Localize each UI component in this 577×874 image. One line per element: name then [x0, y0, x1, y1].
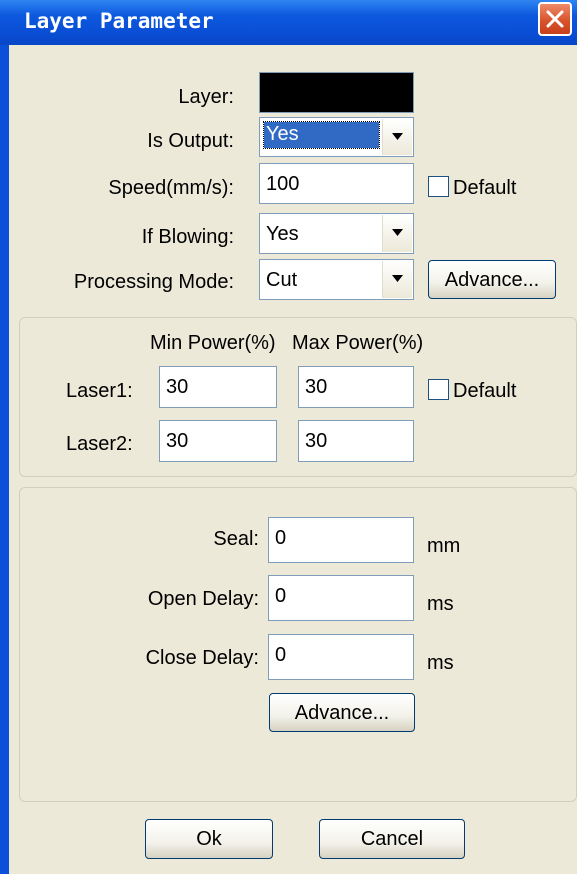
close-button[interactable]	[538, 2, 572, 36]
layer-label: Layer:	[178, 86, 234, 108]
cancel-label: Cancel	[360, 828, 424, 850]
close-icon	[546, 10, 564, 28]
power-default-checkbox[interactable]	[428, 379, 449, 400]
open-delay-input[interactable]: 0	[268, 575, 414, 621]
timing-advance-button[interactable]: Advance...	[269, 693, 415, 732]
open-delay-label: Open Delay:	[147, 588, 259, 610]
blowing-value: Yes	[266, 223, 299, 245]
processing-mode-value: Cut	[266, 269, 298, 291]
seal-unit: mm	[427, 535, 461, 557]
laser1-max-power-input[interactable]: 30	[298, 366, 414, 408]
title-bar[interactable]: Layer Parameter	[0, 0, 577, 45]
processing-advance-label: Advance...	[444, 269, 540, 291]
open-delay-unit: ms	[427, 593, 454, 615]
speed-input[interactable]: 100	[259, 163, 414, 204]
dialog-client-area: Layer: Is Output: Yes Speed(mm/s): 100 D…	[9, 45, 577, 874]
processing-mode-label: Processing Mode:	[73, 271, 234, 293]
laser2-label: Laser2:	[66, 433, 133, 455]
ok-button[interactable]: Ok	[145, 819, 273, 859]
blowing-label: If Blowing:	[141, 226, 234, 248]
chevron-down-icon	[392, 133, 403, 140]
seal-label: Seal:	[213, 528, 259, 550]
is-output-value: Yes	[263, 121, 380, 149]
processing-mode-dropdown-arrow[interactable]	[382, 261, 412, 298]
laser1-label: Laser1:	[66, 380, 133, 402]
speed-default-label: Default	[453, 177, 517, 199]
cancel-button[interactable]: Cancel	[319, 819, 465, 859]
laser2-max-power-input[interactable]: 30	[298, 420, 414, 462]
layer-color-swatch[interactable]	[259, 72, 414, 113]
window-title: Layer Parameter	[24, 9, 214, 33]
timing-advance-label: Advance...	[294, 702, 390, 724]
laser1-min-power-input[interactable]: 30	[159, 366, 277, 408]
speed-default-checkbox[interactable]	[428, 176, 449, 197]
seal-input[interactable]: 0	[268, 517, 414, 563]
processing-mode-select[interactable]: Cut	[259, 259, 414, 300]
is-output-label: Is Output:	[147, 130, 234, 152]
is-output-select[interactable]: Yes	[259, 117, 414, 157]
laser2-min-power-input[interactable]: 30	[159, 420, 277, 462]
max-power-header: Max Power(%)	[292, 332, 424, 354]
close-delay-input[interactable]: 0	[268, 634, 414, 680]
is-output-dropdown-arrow[interactable]	[382, 119, 412, 155]
close-delay-unit: ms	[427, 652, 454, 674]
chevron-down-icon	[392, 275, 403, 282]
blowing-dropdown-arrow[interactable]	[382, 215, 412, 252]
min-power-header: Min Power(%)	[150, 332, 276, 354]
processing-advance-button[interactable]: Advance...	[428, 260, 556, 299]
speed-label: Speed(mm/s):	[108, 177, 234, 199]
chevron-down-icon	[392, 229, 403, 236]
blowing-select[interactable]: Yes	[259, 213, 414, 254]
close-delay-label: Close Delay:	[145, 647, 259, 669]
power-default-label: Default	[453, 380, 517, 402]
ok-label: Ok	[196, 828, 222, 850]
layer-parameter-dialog: Layer Parameter Layer: Is Output: Yes Sp…	[0, 0, 577, 874]
